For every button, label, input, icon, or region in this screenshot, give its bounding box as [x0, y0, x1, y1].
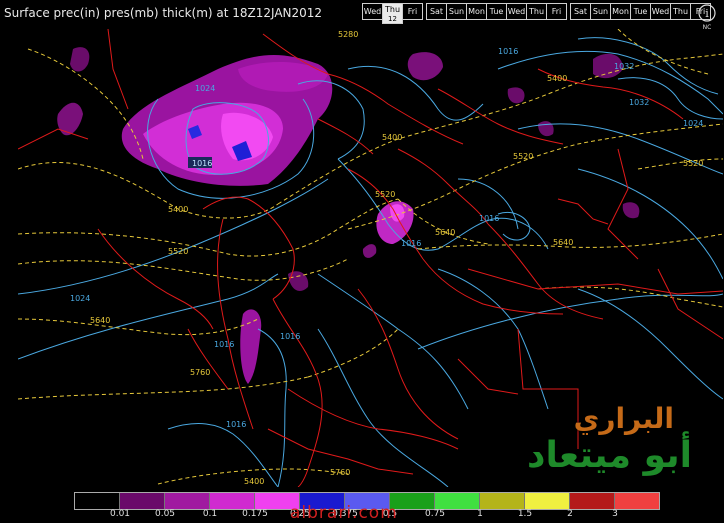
svg-text:5520: 5520 [683, 159, 703, 168]
day-button-wed[interactable]: Wed [506, 3, 527, 20]
day-label: Thu [672, 7, 689, 16]
day-selector: Wed Thu 12 Fri Sat Sun Mon Tue Wed Thu Fri Sat Sun Mo… [362, 3, 711, 24]
colorbar-label: 1 [477, 509, 483, 519]
colorbar-label: 3 [612, 509, 618, 519]
day-button-wed[interactable]: Wed [362, 3, 383, 20]
svg-text:1016: 1016 [226, 420, 246, 429]
svg-text:5520: 5520 [513, 152, 533, 161]
colorbar-segment [525, 493, 570, 509]
day-button-thu[interactable]: Thu 12 [382, 3, 403, 24]
day-label: Mon [612, 7, 629, 16]
svg-text:1024: 1024 [195, 84, 215, 93]
svg-text:1016: 1016 [401, 239, 421, 248]
svg-text:5280: 5280 [338, 30, 358, 39]
day-label: Fri [407, 7, 418, 16]
day-button-thu[interactable]: Thu [526, 3, 547, 20]
svg-text:5640: 5640 [90, 316, 110, 325]
day-label: Tue [633, 7, 648, 16]
colorbar-segment [435, 493, 480, 509]
svg-text:1032: 1032 [614, 62, 634, 71]
day-label: Sun [592, 7, 609, 16]
info-icon: i NC [698, 4, 716, 31]
day-label: Sat [429, 7, 444, 16]
svg-text:5400: 5400 [547, 74, 567, 83]
day-button-wed[interactable]: Wed [650, 3, 671, 20]
day-label: Thu [528, 7, 545, 16]
logo-line-1: البراري [573, 402, 674, 435]
svg-text:5760: 5760 [190, 368, 210, 377]
colorbar-label: 0.75 [424, 509, 446, 519]
day-button-tue[interactable]: Tue [486, 3, 507, 20]
day-label: Sat [573, 7, 588, 16]
svg-text:1016: 1016 [280, 332, 300, 341]
day-button-fri[interactable]: Fri [402, 3, 423, 20]
watermark: albrari.com [290, 503, 398, 523]
day-label: Thu [384, 5, 401, 14]
day-button-thu[interactable]: Thu [670, 3, 691, 20]
logo-line-2: أبو ميتعاد [527, 435, 692, 476]
day-label: Wed [363, 7, 382, 16]
day-label: Mon [468, 7, 485, 16]
svg-text:5400: 5400 [382, 133, 402, 142]
day-label: Wed [651, 7, 670, 16]
svg-text:5760: 5760 [330, 468, 350, 477]
day-label: Wed [507, 7, 526, 16]
colorbar-segment [570, 493, 615, 509]
day-button-sun[interactable]: Sun [446, 3, 467, 20]
colorbar-label: 2 [567, 509, 573, 519]
colorbar-label: 0.1 [202, 509, 218, 519]
colorbar-segment [480, 493, 525, 509]
svg-text:1016: 1016 [479, 214, 499, 223]
colorbar-segment [615, 493, 659, 509]
svg-text:5400: 5400 [168, 205, 188, 214]
day-label: Sun [448, 7, 465, 16]
colorbar-segment [165, 493, 210, 509]
day-label: Fri [551, 7, 562, 16]
day-button-fri[interactable]: Fri [546, 3, 567, 20]
day-button-tue[interactable]: Tue [630, 3, 651, 20]
svg-text:5520: 5520 [375, 190, 395, 199]
site-logo: البراري أبو ميتعاد [512, 402, 692, 476]
svg-text:5640: 5640 [553, 238, 573, 247]
colorbar-label: 0.05 [154, 509, 176, 519]
svg-text:5640: 5640 [435, 228, 455, 237]
svg-text:1024: 1024 [70, 294, 90, 303]
colorbar-segment [75, 493, 120, 509]
day-button-sun[interactable]: Sun [590, 3, 611, 20]
day-button-mon[interactable]: Mon [610, 3, 631, 20]
day-button-sat[interactable]: Sat [570, 3, 591, 20]
colorbar-label: 0.175 [242, 509, 268, 519]
svg-text:1024: 1024 [683, 119, 703, 128]
svg-text:1032: 1032 [629, 98, 649, 107]
map-title: Surface prec(in) pres(mb) thick(m) at 18… [4, 6, 323, 20]
day-button-sat[interactable]: Sat [426, 3, 447, 20]
svg-text:5400: 5400 [244, 477, 264, 486]
info-button[interactable]: i NC [697, 3, 717, 31]
day-button-mon[interactable]: Mon [466, 3, 487, 20]
colorbar-segment [120, 493, 165, 509]
colorbar-label: 0.01 [109, 509, 131, 519]
day-label: Tue [489, 7, 504, 16]
svg-text:1016: 1016 [498, 47, 518, 56]
svg-text:1016: 1016 [192, 159, 212, 168]
svg-text:1016: 1016 [214, 340, 234, 349]
day-sub-label: 12 [388, 15, 397, 23]
svg-text:5520: 5520 [168, 247, 188, 256]
colorbar-label: 1.5 [517, 509, 533, 519]
svg-text:i: i [705, 7, 709, 20]
colorbar-segment [210, 493, 255, 509]
